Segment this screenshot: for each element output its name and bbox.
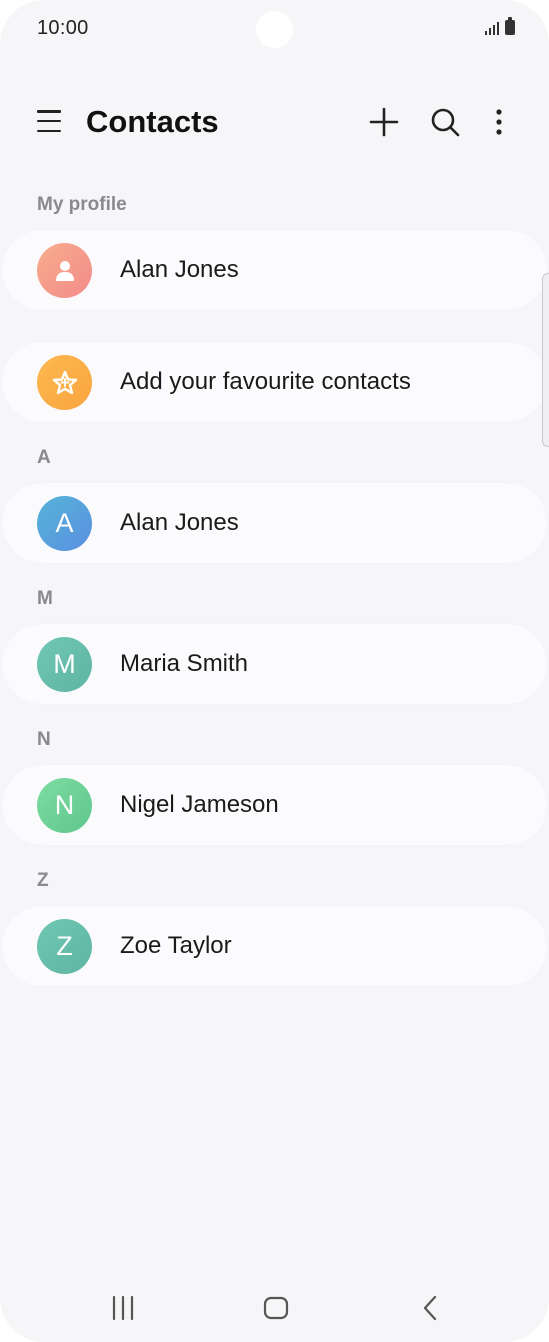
section-letter: A xyxy=(37,447,51,468)
contact-avatar: A xyxy=(37,496,92,551)
contact-row[interactable]: M Maria Smith xyxy=(2,624,547,704)
add-favourites-row[interactable]: Add your favourite contacts xyxy=(2,342,547,422)
star-icon xyxy=(37,355,92,410)
camera-cutout xyxy=(256,11,293,48)
battery-icon xyxy=(505,17,515,35)
navigation-bar xyxy=(0,1283,549,1333)
contact-name: Nigel Jameson xyxy=(120,791,279,818)
status-time: 10:00 xyxy=(37,17,89,39)
contact-row[interactable]: N Nigel Jameson xyxy=(2,765,547,845)
search-icon[interactable] xyxy=(429,106,461,138)
menu-icon[interactable] xyxy=(37,110,61,132)
my-profile-row[interactable]: Alan Jones xyxy=(2,230,547,310)
my-profile-name: Alan Jones xyxy=(120,256,239,283)
contact-row[interactable]: A Alan Jones xyxy=(2,483,547,563)
contact-row[interactable]: Z Zoe Taylor xyxy=(2,906,547,986)
section-letter: M xyxy=(37,588,53,609)
page-title: Contacts xyxy=(86,104,219,139)
recent-apps-icon[interactable] xyxy=(103,1291,143,1325)
section-letter: N xyxy=(37,729,51,750)
more-options-icon[interactable] xyxy=(483,106,515,138)
person-icon xyxy=(37,243,92,298)
home-icon[interactable] xyxy=(256,1291,296,1325)
contact-avatar: M xyxy=(37,637,92,692)
app-bar: Contacts xyxy=(0,92,549,152)
add-favourites-label: Add your favourite contacts xyxy=(120,368,411,395)
contact-name: Alan Jones xyxy=(120,509,239,536)
status-icons xyxy=(485,17,515,35)
phone-screen: 10:00 Contacts My profile Alan Jones Add… xyxy=(0,0,549,1342)
section-label-my-profile: My profile xyxy=(37,194,127,215)
contact-name: Zoe Taylor xyxy=(120,932,232,959)
contact-avatar: N xyxy=(37,778,92,833)
back-icon[interactable] xyxy=(411,1291,451,1325)
fast-scroll-handle[interactable] xyxy=(542,273,549,447)
contact-name: Maria Smith xyxy=(120,650,249,677)
contact-avatar: Z xyxy=(37,919,92,974)
section-letter: Z xyxy=(37,870,49,891)
signal-icon xyxy=(485,21,499,35)
add-icon[interactable] xyxy=(368,106,400,138)
